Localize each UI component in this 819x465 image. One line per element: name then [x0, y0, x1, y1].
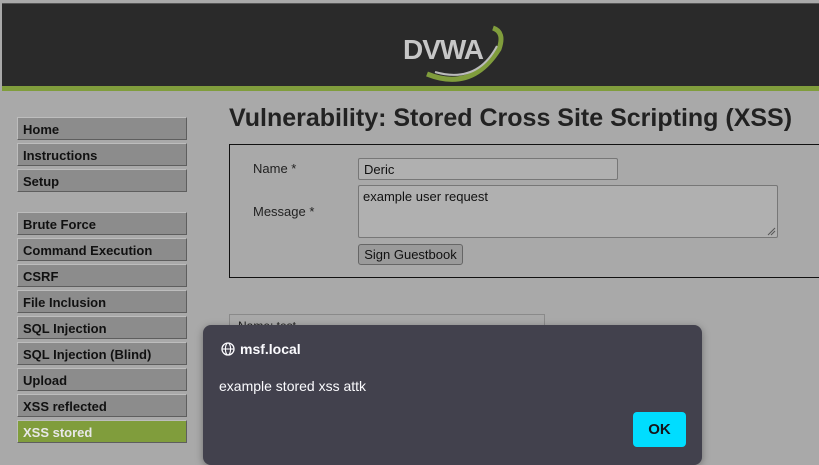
dialog-message: example stored xss attk — [219, 378, 367, 394]
sidebar-item-setup[interactable]: Setup — [17, 169, 187, 192]
sidebar-item-xss-stored[interactable]: XSS stored — [17, 420, 187, 443]
sidebar-item-instructions[interactable]: Instructions — [17, 143, 187, 166]
sidebar-item-file-inclusion[interactable]: File Inclusion — [17, 290, 187, 313]
sidebar-item-upload[interactable]: Upload — [17, 368, 187, 391]
header-banner: DVWA — [2, 3, 819, 88]
name-label: Name * — [253, 161, 297, 176]
message-label: Message * — [253, 204, 315, 219]
sidebar-item-sql-injection-blind[interactable]: SQL Injection (Blind) — [17, 342, 187, 365]
message-textarea[interactable]: example user request — [358, 185, 778, 238]
sidebar-item-sql-injection[interactable]: SQL Injection — [17, 316, 187, 339]
sidebar-item-brute-force[interactable]: Brute Force — [17, 212, 187, 235]
name-input[interactable]: Deric — [358, 158, 618, 180]
sidebar-item-xss-reflected[interactable]: XSS reflected — [17, 394, 187, 417]
sign-guestbook-button[interactable]: Sign Guestbook — [358, 244, 463, 265]
header-accent-bar — [2, 86, 819, 91]
dialog-host: msf.local — [240, 341, 301, 357]
alert-dialog: msf.local example stored xss attk OK — [203, 325, 702, 465]
globe-icon — [221, 342, 235, 356]
dialog-origin: msf.local — [221, 341, 301, 357]
resize-grip-icon[interactable] — [767, 227, 776, 236]
ok-button[interactable]: OK — [633, 412, 686, 447]
page-title: Vulnerability: Stored Cross Site Scripti… — [229, 104, 793, 132]
logo-text: DVWA — [403, 34, 484, 65]
sidebar-item-command-execution[interactable]: Command Execution — [17, 238, 187, 261]
dvwa-logo: DVWA — [397, 14, 517, 84]
sidebar-item-csrf[interactable]: CSRF — [17, 264, 187, 287]
message-text: example user request — [363, 189, 489, 204]
sidebar-item-home[interactable]: Home — [17, 117, 187, 140]
